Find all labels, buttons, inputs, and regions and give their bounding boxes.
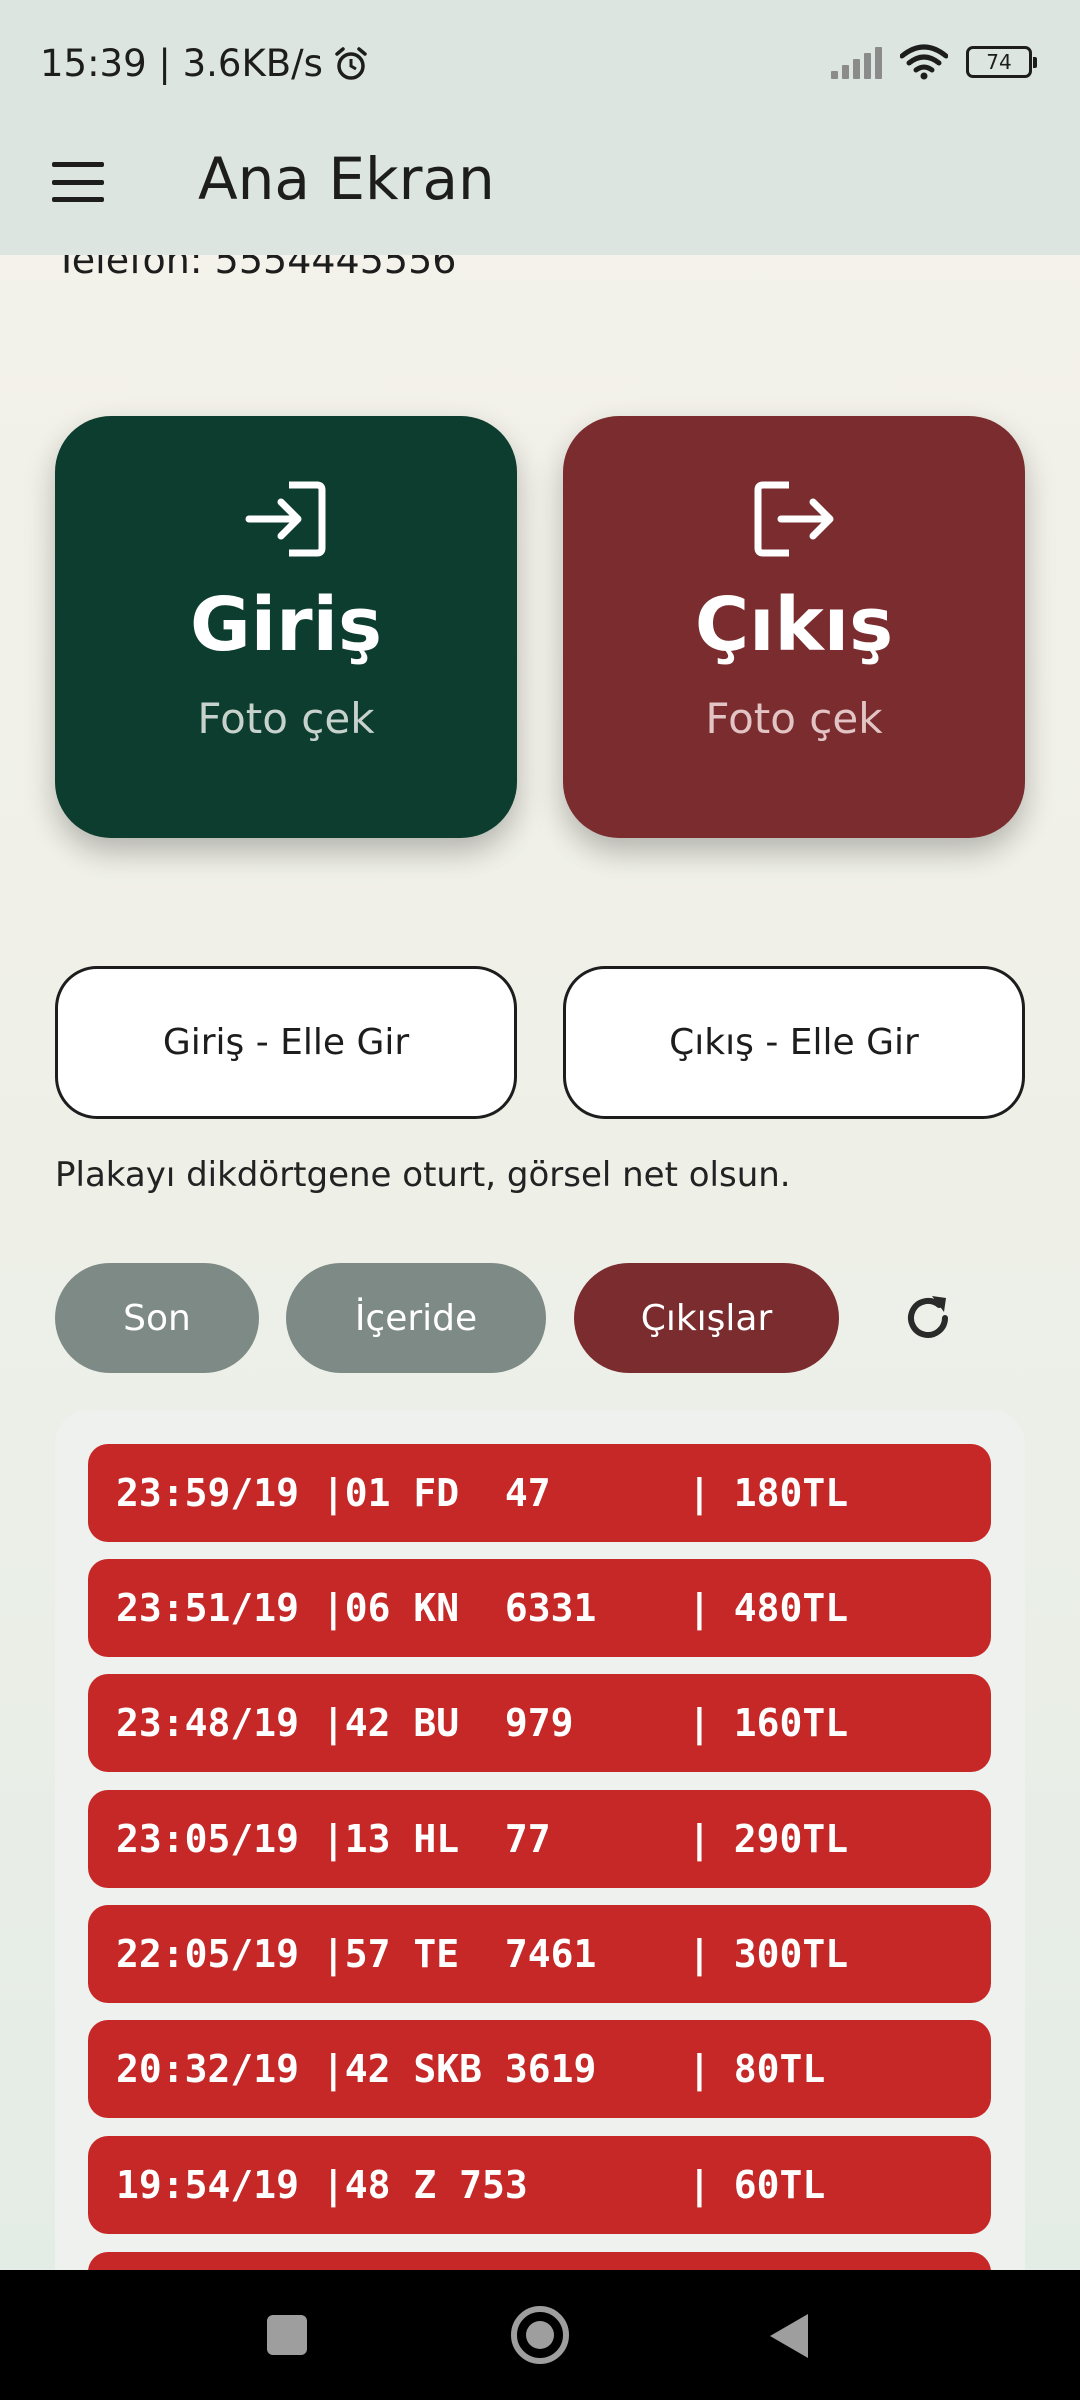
status-time-text: 15:39 | 3.6KB/s: [40, 42, 323, 85]
list-item[interactable]: 23:51/19 |06 KN 6331 | 480TL: [88, 1559, 991, 1657]
entry-title: Giriş: [189, 582, 382, 668]
records-list[interactable]: 23:59/19 |01 FD 47 | 180TL 23:51/19 |06 …: [55, 1410, 1025, 2270]
logout-icon: [754, 481, 834, 557]
list-item[interactable]: [88, 2252, 991, 2270]
list-item[interactable]: 22:05/19 |57 TE 7461 | 300TL: [88, 1905, 991, 2003]
manual-exit-button[interactable]: Çıkış - Elle Gir: [563, 966, 1025, 1119]
filter-chip-cikislar[interactable]: Çıkışlar: [574, 1263, 839, 1373]
exit-subtitle: Foto çek: [705, 694, 883, 743]
page-title: Ana Ekran: [198, 145, 495, 213]
battery-icon: 74: [966, 46, 1037, 78]
plate-hint: Plakayı dikdörtgene oturt, görsel net ol…: [55, 1155, 791, 1195]
signal-icon: [831, 45, 882, 79]
exit-photo-button[interactable]: Çıkış Foto çek: [563, 416, 1025, 838]
battery-level: 74: [986, 50, 1012, 74]
recents-icon[interactable]: [267, 2315, 307, 2355]
list-item[interactable]: 23:59/19 |01 FD 47 | 180TL: [88, 1444, 991, 1542]
menu-icon[interactable]: [52, 162, 104, 202]
system-nav-bar: [0, 2270, 1080, 2400]
app-bar: 15:39 | 3.6KB/s 74 Ana Ekran: [0, 0, 1080, 255]
status-time: 15:39 | 3.6KB/s: [40, 42, 371, 85]
status-icons: 74: [831, 44, 1037, 80]
filter-chip-iceride[interactable]: İçeride: [286, 1263, 546, 1373]
alarm-icon: [335, 46, 367, 80]
filter-chip-son[interactable]: Son: [55, 1263, 259, 1373]
exit-title: Çıkış: [694, 582, 894, 668]
home-icon[interactable]: [511, 2306, 569, 2364]
back-icon[interactable]: [770, 2314, 808, 2358]
list-item[interactable]: 23:48/19 |42 BU 979 | 160TL: [88, 1674, 991, 1772]
list-item[interactable]: 19:54/19 |48 Z 753 | 60TL: [88, 2136, 991, 2234]
list-item[interactable]: 23:05/19 |13 HL 77 | 290TL: [88, 1790, 991, 1888]
refresh-icon[interactable]: [900, 1290, 956, 1346]
login-icon: [245, 481, 326, 557]
entry-photo-button[interactable]: Giriş Foto çek: [55, 416, 517, 838]
list-item[interactable]: 20:32/19 |42 SKB 3619 | 80TL: [88, 2020, 991, 2118]
wifi-icon: [900, 44, 948, 80]
entry-subtitle: Foto çek: [197, 694, 375, 743]
manual-entry-button[interactable]: Giriş - Elle Gir: [55, 966, 517, 1119]
